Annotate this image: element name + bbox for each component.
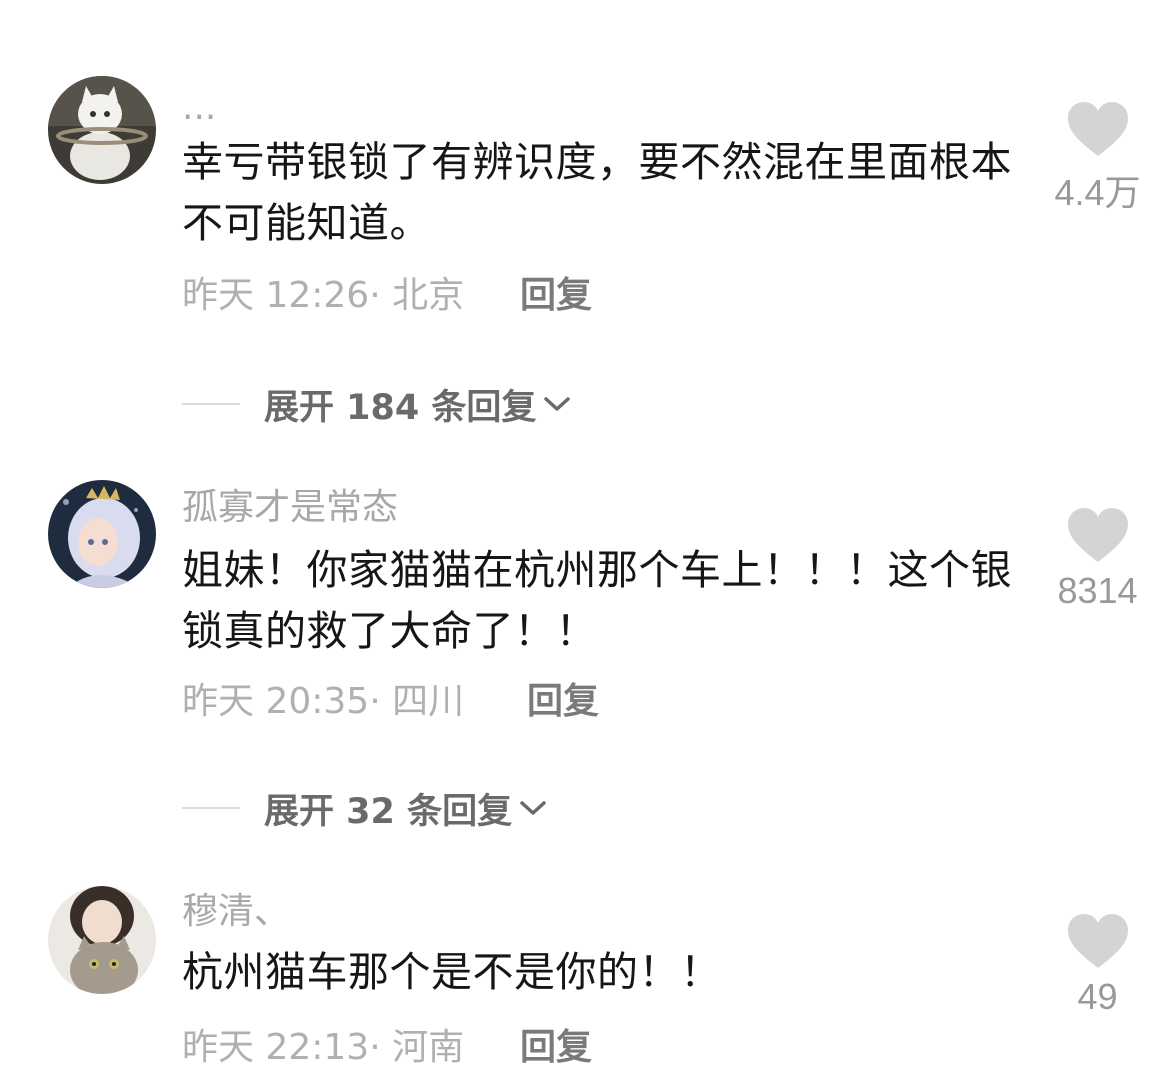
comment-text: 杭州猫车那个是不是你的！！ <box>182 948 722 996</box>
divider-line <box>182 403 240 405</box>
like-button[interactable]: 49 <box>1040 912 1155 1018</box>
expand-replies-button[interactable]: 展开 32 条回复 <box>182 788 548 832</box>
comment-time: 昨天 12:26 <box>182 275 370 316</box>
like-button[interactable]: 4.4万 <box>1040 100 1155 216</box>
avatar-girl-with-cat-image <box>48 886 156 994</box>
comment-time: 昨天 20:35 <box>182 681 370 722</box>
comment-text: 幸亏带银锁了有辨识度，要不然混在里面根本不可能知道。 <box>182 138 1012 247</box>
reply-button[interactable]: 回复 <box>520 276 592 316</box>
comment-time: 昨天 22:13 <box>182 1027 370 1068</box>
avatar[interactable] <box>48 480 156 588</box>
reply-button[interactable]: 回复 <box>520 1028 592 1068</box>
reply-button[interactable]: 回复 <box>527 682 599 722</box>
heart-icon <box>1067 914 1128 968</box>
comment-username[interactable]: ... <box>182 88 216 128</box>
expand-replies-button[interactable]: 展开 184 条回复 <box>182 384 572 428</box>
chevron-down-icon <box>520 801 546 815</box>
comment-location: 四川 <box>392 681 465 722</box>
comment-location: 北京 <box>392 275 465 316</box>
chevron-down-icon <box>544 397 571 411</box>
like-count: 49 <box>1077 976 1118 1017</box>
avatar[interactable] <box>48 76 156 184</box>
like-count: 8314 <box>1057 570 1138 611</box>
comment-meta: 昨天 22:13· 河南 <box>182 1027 465 1068</box>
comment-username[interactable]: 孤寡才是常态 <box>182 488 398 528</box>
comment-text: 姐妹！你家猫猫在杭州那个车上！！！这个银锁真的救了大命了！！ <box>182 546 1012 655</box>
like-button[interactable]: 8314 <box>1040 506 1155 612</box>
expand-replies-label: 展开 184 条回复 <box>264 387 537 428</box>
heart-icon <box>1067 102 1128 156</box>
comment-meta: 昨天 20:35· 四川 <box>182 681 465 722</box>
heart-icon <box>1067 508 1128 562</box>
expand-replies-label: 展开 32 条回复 <box>264 791 513 832</box>
comment-location: 河南 <box>392 1027 465 1068</box>
comment-meta: 昨天 12:26· 北京 <box>182 275 465 316</box>
comment-username[interactable]: 穆清、 <box>182 892 290 932</box>
avatar-anime-girl-image <box>48 480 156 588</box>
avatar[interactable] <box>48 886 156 994</box>
like-count: 4.4万 <box>1054 172 1141 213</box>
avatar-cat-white-image <box>48 76 156 184</box>
divider-line <box>182 807 240 809</box>
